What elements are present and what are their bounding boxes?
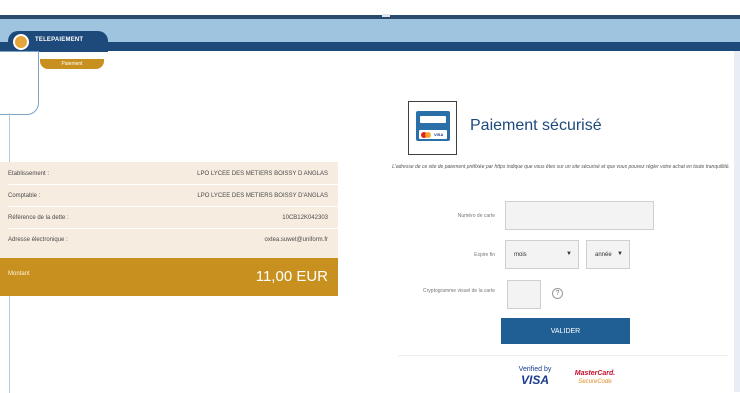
app-title: TELEPAIEMENT	[35, 37, 84, 43]
amount-label: Montant	[8, 271, 30, 277]
card-stripe	[420, 116, 446, 123]
expiry-year-select[interactable]: année ▼	[586, 240, 630, 269]
summary-value: LPO LYCEE DES METIERS BOISSY D ANGLAS	[197, 171, 328, 177]
validate-button[interactable]: VALIDER	[501, 318, 630, 344]
year-value: année	[595, 252, 612, 258]
tab-paiement[interactable]: Paiement	[40, 59, 104, 69]
top-bar-notch	[382, 14, 390, 17]
security-notice: L'adresse de ce site de paiement préfixé…	[392, 164, 730, 170]
summary-row-email: Adresse électronique : oxtea.suwet@unifo…	[0, 229, 338, 251]
summary-row-comptable: Comptable : LPO LYCEE DES METIERS BOISSY…	[0, 185, 338, 207]
header-band-lower	[0, 42, 740, 51]
cb-logo-box: VISA	[408, 101, 457, 155]
side-frame	[0, 51, 39, 115]
help-icon[interactable]: ?	[552, 288, 563, 299]
month-value: mois	[514, 252, 527, 258]
verified-by-visa-logo: Verified by VISA	[513, 366, 557, 392]
summary-value: LPO LYCEE DES METIERS BOISSY D'ANGLAS	[197, 193, 328, 199]
summary-label: Référence de la dette :	[8, 215, 69, 221]
chevron-down-icon: ▼	[566, 251, 572, 257]
summary-value: 10CB12K042303	[282, 215, 328, 221]
footer-divider	[398, 355, 728, 356]
summary-row-reference: Référence de la dette : 10CB12K042303	[0, 207, 338, 229]
summary-label: Comptable :	[8, 193, 41, 199]
expiry-label: Expire fin	[474, 252, 495, 258]
cvv-input[interactable]	[507, 280, 541, 309]
credit-card-icon: VISA	[416, 111, 450, 141]
right-frame	[734, 51, 740, 392]
expiry-month-select[interactable]: mois ▼	[505, 240, 579, 269]
vbv-line2: VISA	[520, 373, 549, 387]
summary-row-etablissement: Etablissement : LPO LYCEE DES METIERS BO…	[0, 163, 338, 185]
card-number-label: Numéro de carte	[457, 213, 495, 219]
mc-line1: MasterCard.	[574, 370, 616, 377]
logo-icon	[13, 34, 29, 50]
amount-value: 11,00 EUR	[255, 268, 328, 285]
amount-row: Montant 11,00 EUR	[0, 258, 338, 296]
payment-title: Paiement sécurisé	[470, 117, 602, 134]
cvv-label: Cryptogramme visuel de la carte	[423, 288, 495, 294]
summary-label: Etablissement :	[8, 171, 50, 177]
mastercard-orange-circle	[425, 132, 431, 138]
mc-line2: SecureCode	[578, 379, 612, 385]
summary-value: oxtea.suwet@uniform.fr	[264, 237, 328, 243]
mastercard-securecode-logo: MasterCard. SecureCode	[569, 370, 621, 392]
visa-mini-mark: VISA	[434, 132, 444, 137]
summary-label: Adresse électronique :	[8, 237, 68, 243]
card-number-input[interactable]	[505, 201, 654, 230]
chevron-down-icon: ▼	[617, 251, 623, 257]
header-band	[0, 19, 740, 51]
